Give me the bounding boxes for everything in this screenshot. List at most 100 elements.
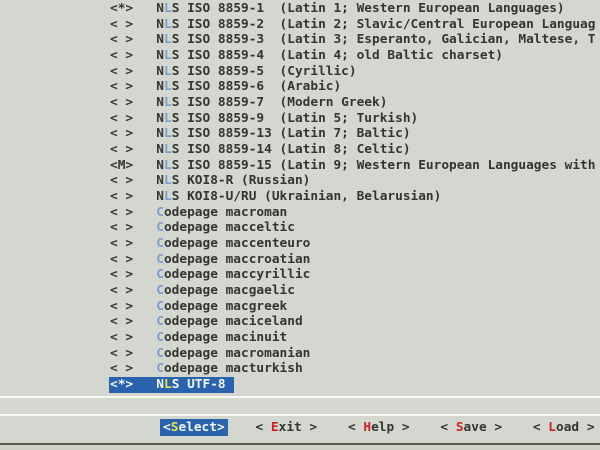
state-marker: < > (110, 64, 133, 79)
menu-item[interactable]: < > NLS ISO 8859-4 (Latin 4; old Baltic … (110, 48, 595, 64)
label-hotkey: L (164, 32, 172, 47)
state-gap (133, 361, 156, 376)
menu-item[interactable]: < > NLS ISO 8859-3 (Latin 3; Esperanto, … (110, 32, 595, 48)
state-marker: < > (110, 299, 133, 314)
label-post: odepage maccenteuro (164, 236, 310, 251)
label-hotkey: L (164, 126, 172, 141)
label-post: S ISO 8859-5 (Cyrillic) (172, 64, 357, 79)
label-post: odepage macceltic (164, 220, 295, 235)
menu-item[interactable]: < > Codepage maccroatian (110, 252, 595, 268)
menu-item[interactable]: < > NLS ISO 8859-6 (Arabic) (110, 79, 595, 95)
menu-item-text: < > Codepage macgreek (110, 299, 287, 314)
menu-item-text: <M> NLS ISO 8859-15 (Latin 9; Western Eu… (110, 158, 595, 173)
state-gap (133, 299, 156, 314)
menu-item-text: < > NLS ISO 8859-6 (Arabic) (110, 79, 341, 94)
label-hotkey: C (156, 314, 164, 329)
label-post: odepage macroman (164, 205, 287, 220)
exit-button[interactable]: < Exit > (255, 419, 317, 436)
label-post: odepage maccroatian (164, 252, 310, 267)
label-post: odepage macromanian (164, 346, 310, 361)
menu-item[interactable]: < > NLS KOI8-R (Russian) (110, 173, 595, 189)
menu-item[interactable]: < > Codepage macgaelic (110, 283, 595, 299)
menu-item[interactable]: < > Codepage macturkish (110, 361, 595, 377)
state-marker: < > (110, 346, 133, 361)
menu-item[interactable]: < > Codepage maccyrillic (110, 267, 595, 283)
label-post: odepage macgreek (164, 299, 287, 314)
menu-item-text: < > NLS ISO 8859-2 (Latin 2; Slavic/Cent… (110, 17, 595, 32)
state-gap (133, 95, 156, 110)
label-pre: N (156, 111, 164, 126)
menu-item[interactable]: < > Codepage macceltic (110, 220, 595, 236)
button-pre: < (533, 420, 548, 435)
state-gap (133, 236, 156, 251)
label-hotkey: L (164, 111, 172, 126)
button-post: xit > (279, 420, 318, 435)
label-pre: N (156, 79, 164, 94)
menu-item[interactable]: < > Codepage maciceland (110, 314, 595, 330)
label-post: S ISO 8859-9 (Latin 5; Turkish) (172, 111, 419, 126)
select-button[interactable]: <Select> (160, 419, 228, 436)
menu-item[interactable]: < > NLS ISO 8859-2 (Latin 2; Slavic/Cent… (110, 17, 595, 33)
label-hotkey: L (164, 95, 172, 110)
label-hotkey: L (164, 48, 172, 63)
label-hotkey: C (156, 346, 164, 361)
label-post: S UTF-8 (172, 377, 226, 392)
label-post: S ISO 8859-4 (Latin 4; old Baltic charse… (172, 48, 503, 63)
state-gap (133, 126, 156, 141)
menu-item[interactable]: < > NLS ISO 8859-14 (Latin 8; Celtic) (110, 142, 595, 158)
label-hotkey: C (156, 205, 164, 220)
load-button[interactable]: < Load > (533, 419, 595, 436)
label-hotkey: C (156, 267, 164, 282)
menu-item[interactable]: <*> NLS ISO 8859-1 (Latin 1; Western Eur… (110, 1, 595, 17)
help-button[interactable]: < Help > (348, 419, 410, 436)
label-pre: N (156, 142, 164, 157)
menu-item[interactable]: < > NLS ISO 8859-9 (Latin 5; Turkish) (110, 111, 595, 127)
button-pre: < (348, 420, 363, 435)
label-post: S ISO 8859-15 (Latin 9; Western European… (172, 158, 596, 173)
menu-item-text: < > NLS ISO 8859-3 (Latin 3; Esperanto, … (110, 32, 595, 47)
state-marker: < > (110, 220, 133, 235)
menu-item[interactable]: < > NLS ISO 8859-7 (Modern Greek) (110, 95, 595, 111)
label-pre: N (156, 48, 164, 63)
label-hotkey: C (156, 252, 164, 267)
state-marker: < > (110, 95, 133, 110)
button-hotkey: H (363, 420, 371, 435)
state-marker: < > (110, 330, 133, 345)
menu-item-text: <*> NLS ISO 8859-1 (Latin 1; Western Eur… (110, 1, 565, 16)
button-post: oad > (556, 420, 595, 435)
label-post: odepage maccyrillic (164, 267, 310, 282)
button-pre: < (255, 420, 270, 435)
menu-item[interactable]: < > NLS ISO 8859-5 (Cyrillic) (110, 64, 595, 80)
state-gap (133, 158, 156, 173)
state-marker: < > (110, 32, 133, 47)
label-pre: N (156, 173, 164, 188)
menu-item[interactable]: < > Codepage macgreek (110, 299, 595, 315)
menu-item-text: < > Codepage maciceland (110, 314, 303, 329)
menu-item[interactable]: <*> NLS UTF-8 (110, 377, 595, 393)
state-marker: < > (110, 142, 133, 157)
divider-line-buttons (0, 414, 600, 416)
menu-item-text: < > Codepage macroman (110, 205, 287, 220)
state-gap (133, 48, 156, 63)
menu-item[interactable]: < > Codepage macinuit (110, 330, 595, 346)
label-hotkey: C (156, 299, 164, 314)
menu-item[interactable]: < > Codepage maccenteuro (110, 236, 595, 252)
menu-item[interactable]: < > NLS ISO 8859-13 (Latin 7; Baltic) (110, 126, 595, 142)
button-hotkey: S (456, 420, 464, 435)
button-pre: < (440, 420, 455, 435)
button-post: ave > (464, 420, 503, 435)
menu-item[interactable]: < > Codepage macroman (110, 205, 595, 221)
save-button[interactable]: < Save > (440, 419, 502, 436)
menu-item-text: < > Codepage macinuit (110, 330, 287, 345)
label-hotkey: L (164, 79, 172, 94)
state-marker: < > (110, 236, 133, 251)
state-gap (133, 32, 156, 47)
state-gap (133, 346, 156, 361)
label-post: S ISO 8859-2 (Latin 2; Slavic/Central Eu… (172, 17, 596, 32)
menu-item-text: < > Codepage macceltic (110, 220, 295, 235)
state-marker: < > (110, 111, 133, 126)
menu-item[interactable]: < > Codepage macromanian (110, 346, 595, 362)
menu-item[interactable]: < > NLS KOI8-U/RU (Ukrainian, Belarusian… (110, 189, 595, 205)
menu-item[interactable]: <M> NLS ISO 8859-15 (Latin 9; Western Eu… (110, 158, 595, 174)
label-pre: N (156, 189, 164, 204)
